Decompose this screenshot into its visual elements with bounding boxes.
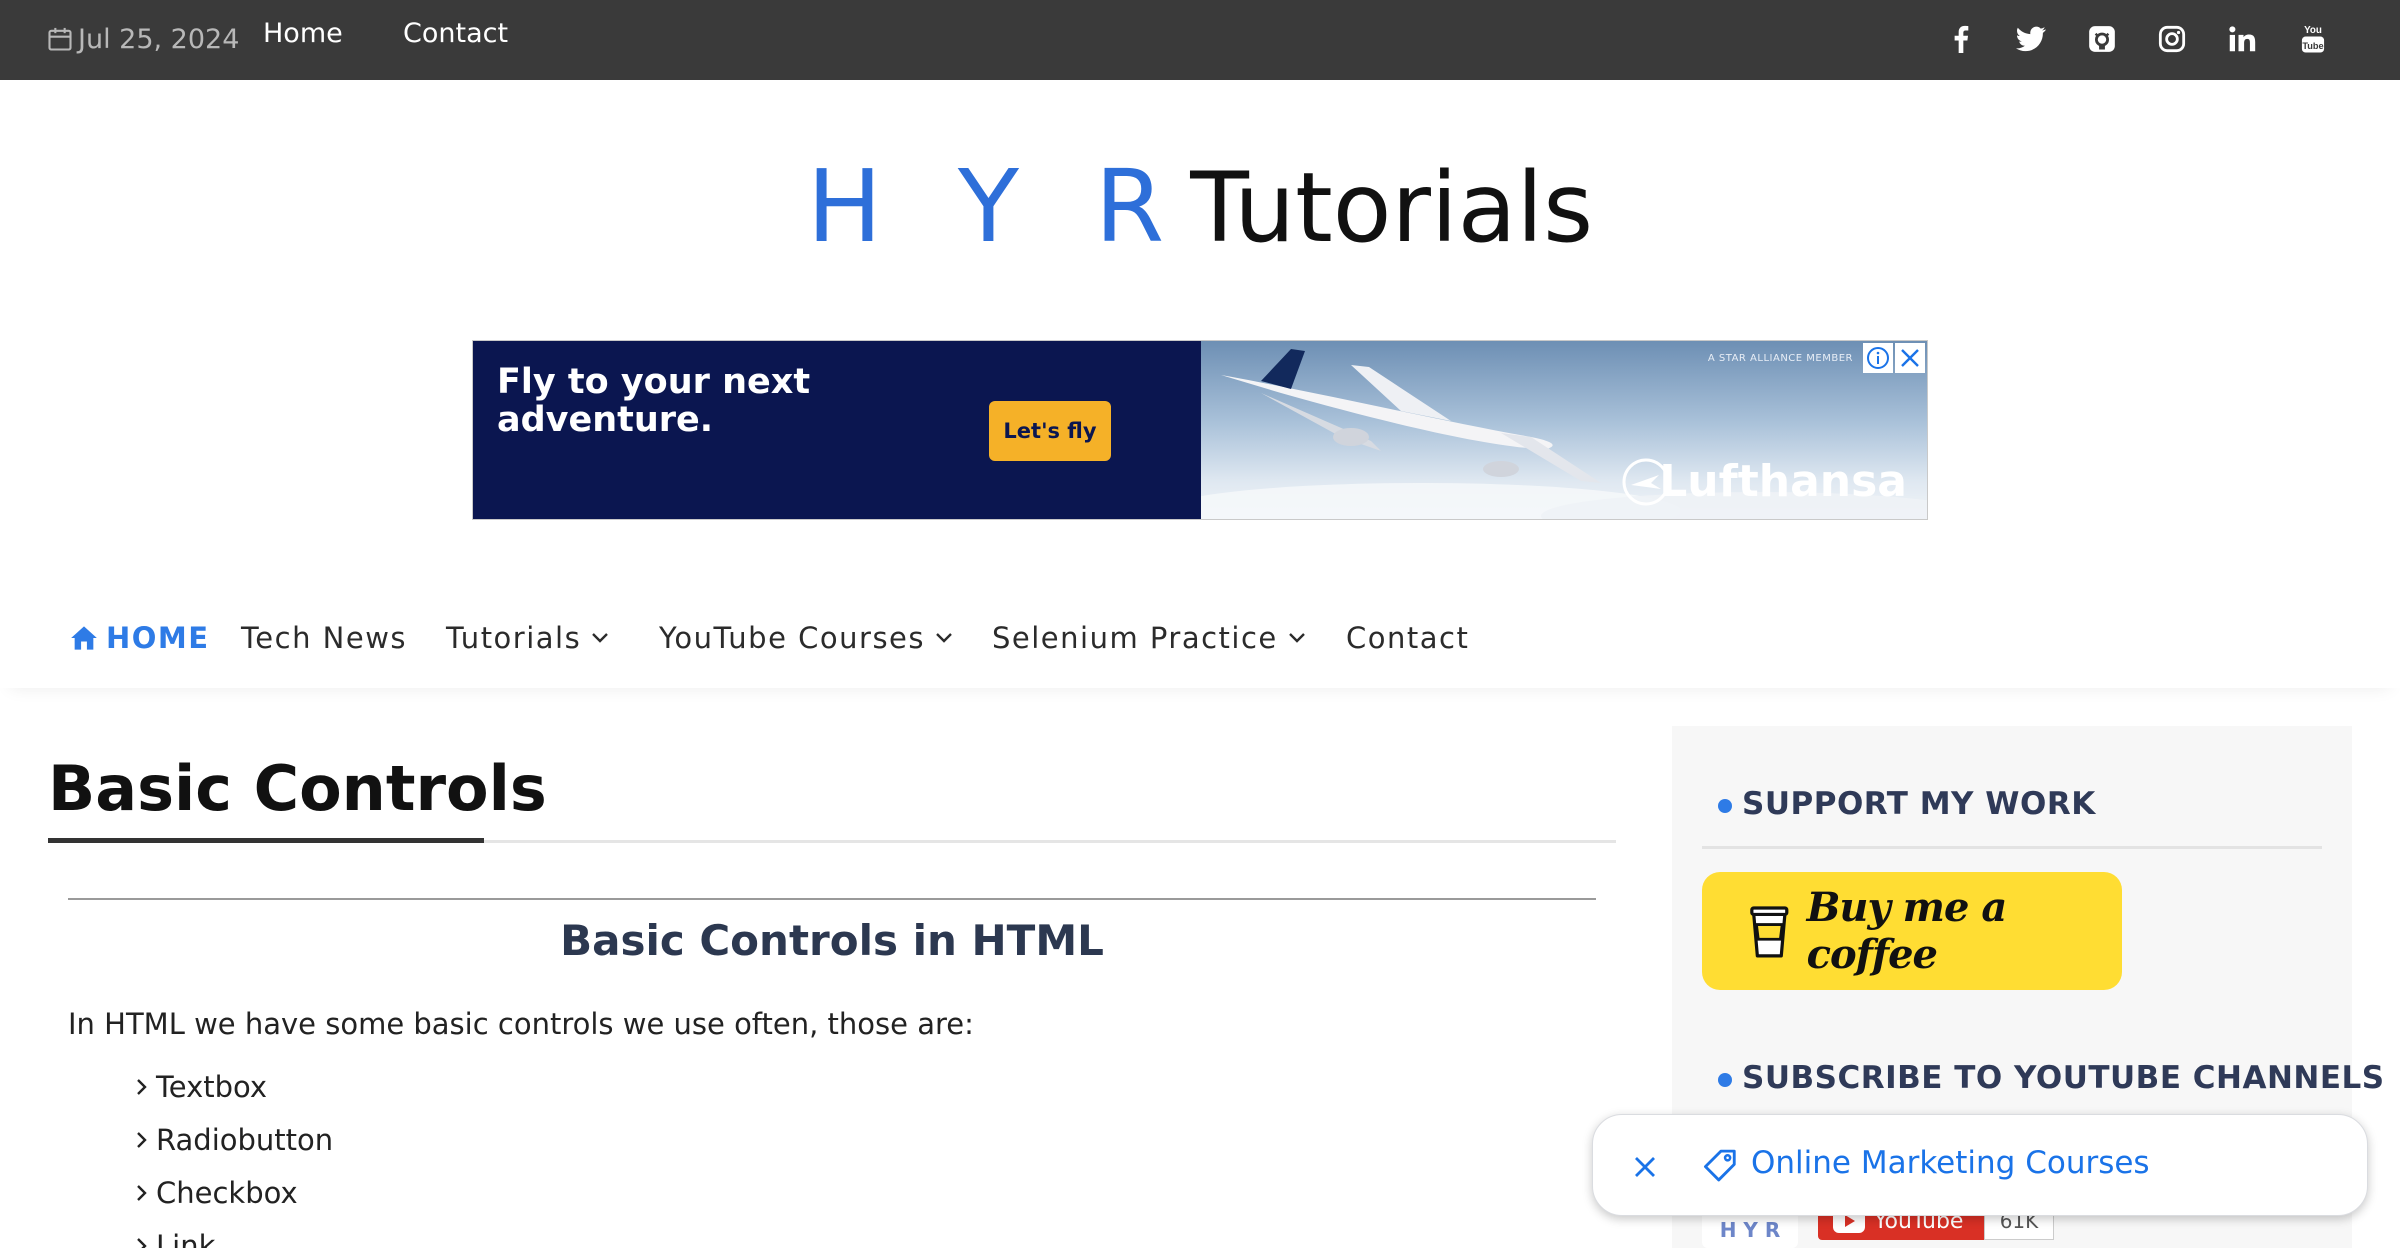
ad-info-icon[interactable] <box>1863 343 1893 373</box>
site-logo[interactable]: H Y RTutorials <box>0 148 2400 265</box>
bullet-dot <box>1718 799 1732 813</box>
widget-divider <box>1702 846 2322 849</box>
list-item: Checkbox <box>136 1173 298 1213</box>
nav-contact-label: Contact <box>1346 621 1470 655</box>
nav-youtube-courses-label: YouTube Courses <box>659 621 925 655</box>
main-nav: HOME Tech News Tutorials YouTube Courses… <box>0 584 2400 688</box>
chevron-right-icon <box>137 1132 147 1148</box>
linkedin-icon[interactable] <box>2225 21 2259 57</box>
nav-home[interactable]: HOME <box>70 620 210 656</box>
ad-suggestion-chip[interactable]: Online Marketing Courses <box>1592 1114 2368 1216</box>
facebook-icon[interactable] <box>1944 21 1978 57</box>
ad-cta-button[interactable]: Let's fly <box>989 401 1111 461</box>
subscribe-widget-title: SUBSCRIBE TO YOUTUBE CHANNELS <box>1718 1058 2385 1098</box>
coffee-cup-icon <box>1750 906 1789 958</box>
list-item: Radiobutton <box>136 1120 333 1160</box>
ad-close-icon[interactable] <box>1895 343 1925 373</box>
logo-initials: H Y R <box>806 148 1187 265</box>
top-nav-contact[interactable]: Contact <box>403 18 508 49</box>
list-item-label: Textbox <box>156 1070 268 1104</box>
nav-youtube-courses[interactable]: YouTube Courses <box>659 620 953 656</box>
ad-headline: Fly to your next adventure. <box>497 362 811 440</box>
svg-text:Tube: Tube <box>2302 41 2323 51</box>
close-icon[interactable] <box>1625 1147 1665 1187</box>
chevron-right-icon <box>137 1079 147 1095</box>
ad-left-panel: Fly to your next adventure. Let's fly <box>473 341 1201 519</box>
support-title-text: SUPPORT MY WORK <box>1742 786 2096 822</box>
nav-tutorials[interactable]: Tutorials <box>446 620 609 656</box>
date-text: Jul 25, 2024 <box>78 23 240 55</box>
svg-text:You: You <box>2304 25 2322 36</box>
list-item-label: Link <box>156 1229 216 1248</box>
list-item-label: Checkbox <box>156 1176 298 1210</box>
top-nav-home[interactable]: Home <box>263 18 343 49</box>
chevron-down-icon <box>936 633 952 643</box>
youtube-icon[interactable]: You Tube <box>2296 21 2330 57</box>
nav-tech-news[interactable]: Tech News <box>241 620 407 656</box>
tag-icon <box>1704 1149 1736 1182</box>
subscribe-title-text: SUBSCRIBE TO YOUTUBE CHANNELS <box>1742 1060 2385 1096</box>
buy-me-a-coffee-button[interactable]: Buy me a coffee <box>1702 872 2122 990</box>
nav-selenium-practice-label: Selenium Practice <box>992 621 1278 655</box>
nav-tech-news-label: Tech News <box>241 621 408 655</box>
nav-home-label: HOME <box>106 621 210 655</box>
nav-selenium-practice[interactable]: Selenium Practice <box>992 620 1306 656</box>
date-display: Jul 25, 2024 <box>46 22 239 56</box>
github-icon[interactable] <box>2085 21 2119 57</box>
bullet-dot <box>1718 1073 1732 1087</box>
section-heading: Basic Controls in HTML <box>560 916 1104 965</box>
chevron-right-icon <box>137 1238 147 1248</box>
twitter-icon[interactable] <box>2014 21 2048 57</box>
list-item-label: Radiobutton <box>156 1123 334 1157</box>
logo-wordmark: Tutorials <box>1190 152 1594 264</box>
support-widget-title: SUPPORT MY WORK <box>1718 784 2096 824</box>
nav-contact[interactable]: Contact <box>1346 620 1469 656</box>
content-divider <box>68 898 1596 900</box>
top-bar: Jul 25, 2024 Home Contact You Tube <box>0 0 2400 80</box>
chevron-right-icon <box>137 1185 147 1201</box>
list-item: Link <box>136 1226 215 1248</box>
chevron-down-icon <box>592 633 609 643</box>
nav-tutorials-label: Tutorials <box>446 621 582 655</box>
title-underline <box>48 838 484 843</box>
home-icon <box>71 626 97 650</box>
ad-banner[interactable]: Fly to your next adventure. Let's fly A … <box>472 340 1928 520</box>
chevron-down-icon <box>1288 633 1305 643</box>
chip-label[interactable]: Online Marketing Courses <box>1751 1145 2150 1181</box>
intro-text: In HTML we have some basic controls we u… <box>68 1007 974 1041</box>
ad-image: A STAR ALLIANCE MEMBER Lufthansa <box>1201 341 1927 519</box>
page-title: Basic Controls <box>48 752 547 825</box>
list-item: Textbox <box>136 1067 267 1107</box>
ad-member-text: A STAR ALLIANCE MEMBER <box>1707 353 1853 364</box>
calendar-icon <box>48 27 72 51</box>
ad-brand: Lufthansa <box>1659 456 1907 507</box>
coffee-label: Buy me a coffee <box>1806 884 2008 978</box>
instagram-icon[interactable] <box>2155 21 2189 57</box>
